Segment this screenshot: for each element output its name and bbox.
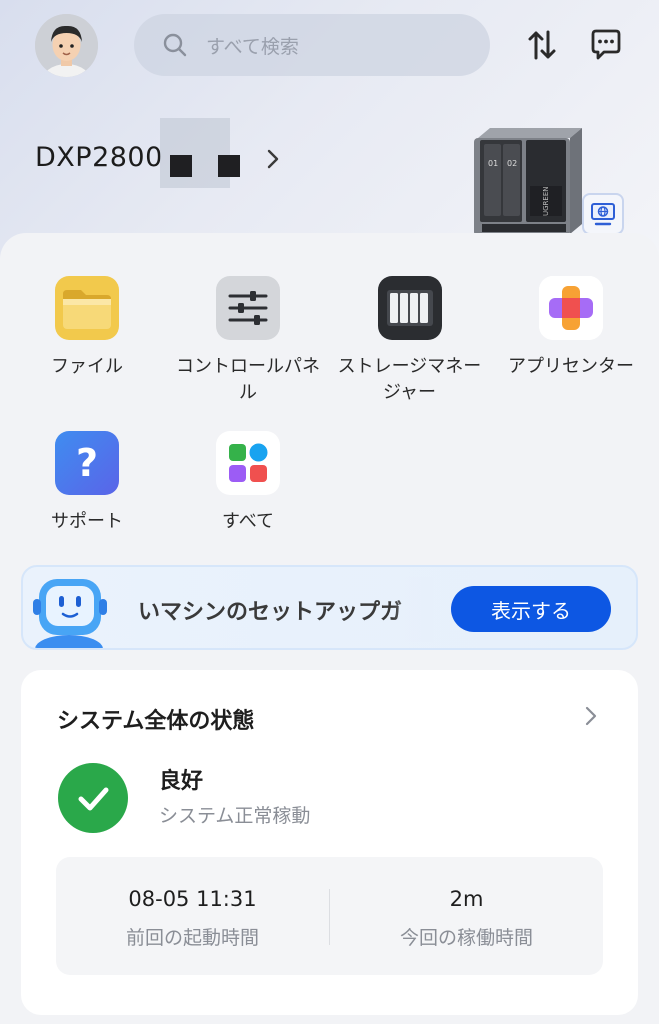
stat-last-boot: 08-05 11:31 前回の起動時間 (56, 857, 329, 975)
redacted-pixel (170, 155, 192, 177)
app-label: サポート (51, 511, 123, 532)
all-apps-icon (216, 431, 280, 495)
storage-manager-icon (378, 276, 442, 340)
stat-value: 08-05 11:31 (128, 887, 257, 911)
robot-mascot-icon (29, 573, 119, 648)
status-detail: システム正常稼動 (159, 805, 311, 827)
search-input[interactable]: すべて検索 (206, 32, 299, 59)
app-label: ファイル (51, 356, 123, 377)
redacted-pixel (218, 155, 240, 177)
app-label: すべて (221, 511, 275, 532)
search-bar[interactable]: すべて検索 (134, 14, 490, 76)
device-name[interactable]: DXP2800 (35, 142, 163, 173)
text-fade (393, 577, 433, 642)
system-status-card[interactable]: システム全体の状態 良好 システム正常稼動 08-05 11:31 前回の起動時… (21, 670, 638, 1015)
chevron-right-icon[interactable] (583, 705, 599, 727)
app-files[interactable]: ファイル (17, 276, 157, 380)
check-icon (58, 763, 128, 833)
show-button[interactable]: 表示する (451, 586, 611, 632)
support-icon: ? (55, 431, 119, 495)
banner-text: いマシンのセットアップガ (138, 600, 403, 625)
svg-text:UGREEN: UGREEN (542, 187, 550, 217)
message-icon[interactable] (589, 28, 623, 62)
remote-access-icon[interactable] (582, 193, 624, 235)
stat-uptime: 2m 今回の稼働時間 (330, 857, 603, 975)
stat-label: 今回の稼働時間 (399, 927, 533, 949)
app-label: コントロールパネル (176, 356, 320, 403)
svg-text:01: 01 (488, 159, 498, 168)
chevron-right-icon[interactable] (264, 148, 282, 170)
nas-device-image: 01 02 UGREEN (470, 126, 590, 238)
svg-text:?: ? (76, 441, 98, 485)
app-all[interactable]: すべて (178, 431, 318, 535)
app-control-panel[interactable]: コントロールパネル (176, 276, 320, 406)
card-title: システム全体の状態 (57, 709, 255, 734)
app-label: アプリセンター (508, 356, 634, 377)
setup-guide-banner[interactable]: いマシンのセットアップガ 表示する (21, 565, 638, 650)
svg-text:02: 02 (507, 159, 517, 168)
status-state: 良好 (159, 769, 204, 794)
app-center[interactable]: アプリセンター (501, 276, 641, 380)
stat-label: 前回の起動時間 (125, 927, 259, 949)
avatar[interactable] (35, 14, 98, 77)
control-panel-icon (216, 276, 280, 340)
app-storage-manager[interactable]: ストレージマネージャー (337, 276, 482, 406)
app-support[interactable]: ? サポート (17, 431, 157, 535)
redacted-block (160, 118, 230, 188)
transfer-icon[interactable] (525, 28, 559, 62)
stats-box: 08-05 11:31 前回の起動時間 2m 今回の稼働時間 (56, 857, 603, 975)
stat-value: 2m (449, 887, 484, 911)
app-center-icon (539, 276, 603, 340)
search-icon (162, 32, 188, 58)
app-label: ストレージマネージャー (337, 356, 482, 403)
folder-icon (55, 276, 119, 340)
